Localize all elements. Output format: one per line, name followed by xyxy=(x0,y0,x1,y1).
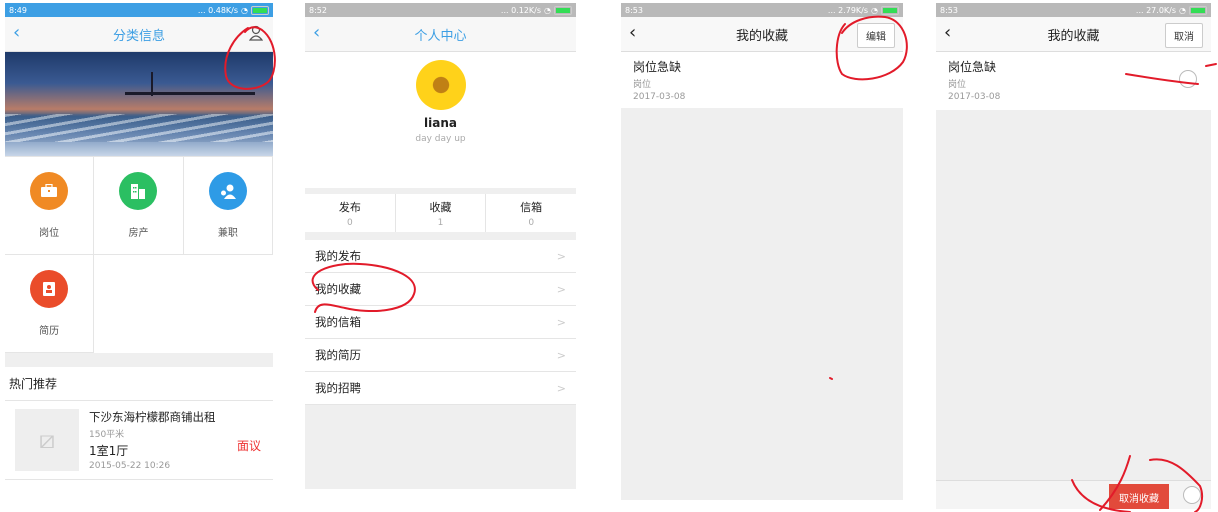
status-bar: 8:53 ... 2.79K/s ◔ xyxy=(621,3,903,17)
menu-item-my-inbox[interactable]: 我的信箱 > xyxy=(305,306,576,339)
nav-bar: ‹ 分类信息 xyxy=(5,17,273,52)
unfavorite-button[interactable]: 取消收藏 xyxy=(1109,484,1169,509)
favorite-item[interactable]: 岗位急缺 岗位 2017-03-08 xyxy=(621,52,903,108)
edit-button[interactable]: 编辑 xyxy=(857,23,895,48)
chevron-right-icon: > xyxy=(556,348,566,362)
menu-item-my-recruitment[interactable]: 我的招聘 > xyxy=(305,372,576,405)
category-grid: 岗位 房产 兼职 简历 xyxy=(5,156,273,353)
user-motto: day day up xyxy=(415,134,466,144)
listing-price: 面议 xyxy=(236,439,261,453)
status-bar: 8:52 ... 0.12K/s ◔ xyxy=(305,3,576,17)
cancel-button[interactable]: 取消 xyxy=(1165,23,1203,48)
menu-item-my-favorites[interactable]: 我的收藏 > xyxy=(305,273,576,306)
favorite-category: 岗位 xyxy=(948,80,967,90)
favorite-date: 2017-03-08 xyxy=(633,92,686,102)
category-label: 兼职 xyxy=(217,228,238,239)
status-bar: 8:49 ... 0.48K/s ◔ xyxy=(5,3,273,17)
battery-icon xyxy=(554,5,572,15)
status-bar: 8:53 ... 27.0K/s ◔ xyxy=(936,3,1211,17)
hot-section-title: 热门推荐 xyxy=(5,367,273,401)
back-icon[interactable]: ‹ xyxy=(944,24,951,42)
stat-favorites[interactable]: 收藏 1 xyxy=(396,194,487,232)
image-placeholder-icon: ⧄ xyxy=(15,409,79,471)
page-title: 分类信息 xyxy=(112,28,165,44)
stat-inbox[interactable]: 信箱 0 xyxy=(486,194,576,232)
stat-published[interactable]: 发布 0 xyxy=(305,194,396,232)
person-icon xyxy=(208,172,247,210)
favorite-category: 岗位 xyxy=(633,80,652,90)
status-time: 8:53 xyxy=(940,5,958,15)
category-label: 简历 xyxy=(39,326,60,337)
briefcase-icon xyxy=(30,172,69,210)
back-icon[interactable]: ‹ xyxy=(629,24,636,42)
category-resume[interactable]: 简历 xyxy=(5,255,95,353)
network-speed: ... 2.79K/s xyxy=(827,5,869,15)
back-icon[interactable]: ‹ xyxy=(313,24,320,42)
chevron-right-icon: > xyxy=(556,381,566,395)
status-time: 8:49 xyxy=(9,5,27,15)
phone-my-favorites: 8:53 ... 2.79K/s ◔ ‹ 我的收藏 编辑 岗位急缺 岗位 201… xyxy=(621,3,903,500)
menu-item-my-resume[interactable]: 我的简历 > xyxy=(305,339,576,372)
select-radio[interactable] xyxy=(1179,70,1197,88)
username: liana xyxy=(424,116,457,130)
phone-category-info: 8:49 ... 0.48K/s ◔ ‹ 分类信息 岗位 房产 兼职 简历 热门… xyxy=(5,3,273,507)
nav-bar: ‹ 我的收藏 取消 xyxy=(936,17,1211,52)
chevron-right-icon: > xyxy=(556,282,566,296)
chevron-right-icon: > xyxy=(556,315,566,329)
building-icon xyxy=(119,172,158,210)
back-icon[interactable]: ‹ xyxy=(13,24,20,42)
nav-bar: ‹ 我的收藏 编辑 xyxy=(621,17,903,52)
listing-title: 下沙东海柠檬郡商铺出租 xyxy=(89,410,216,424)
battery-icon xyxy=(1189,5,1207,15)
listing-date: 2015-05-22 10:26 xyxy=(89,461,171,471)
user-icon[interactable] xyxy=(248,25,264,45)
favorite-title: 岗位急缺 xyxy=(948,60,997,74)
wifi-icon: ◔ xyxy=(1179,5,1186,15)
phone-personal-center: 8:52 ... 0.12K/s ◔ ‹ 个人中心 liana day day … xyxy=(305,3,576,489)
wifi-icon: ◔ xyxy=(871,5,878,15)
menu-item-my-posts[interactable]: 我的发布 > xyxy=(305,240,576,273)
nav-bar: ‹ 个人中心 xyxy=(305,17,576,52)
network-speed: ... 0.12K/s xyxy=(500,5,542,15)
resume-icon xyxy=(30,270,69,308)
battery-icon xyxy=(251,5,269,15)
bottom-action-bar: 取消收藏 xyxy=(936,480,1211,509)
category-jobs[interactable]: 岗位 xyxy=(5,157,95,255)
page-title: 我的收藏 xyxy=(735,28,788,44)
menu-list: 我的发布 > 我的收藏 > 我的信箱 > 我的简历 > 我的招聘 > xyxy=(305,240,576,405)
banner-image[interactable] xyxy=(5,52,273,156)
stats-row: 发布 0 收藏 1 信箱 0 xyxy=(305,188,576,240)
profile-header: liana day day up xyxy=(305,52,576,188)
listing-item[interactable]: ⧄ 下沙东海柠檬郡商铺出租 150平米 1室1厅 2015-05-22 10:2… xyxy=(5,401,273,480)
favorite-date: 2017-03-08 xyxy=(948,92,1001,102)
select-all-radio[interactable] xyxy=(1183,486,1201,504)
category-label: 房产 xyxy=(128,228,149,239)
category-parttime[interactable]: 兼职 xyxy=(183,157,273,255)
page-title: 个人中心 xyxy=(414,28,467,44)
favorite-item[interactable]: 岗位急缺 岗位 2017-03-08 xyxy=(936,52,1211,110)
category-label: 岗位 xyxy=(39,228,60,239)
page-title: 我的收藏 xyxy=(1047,28,1100,44)
favorite-title: 岗位急缺 xyxy=(633,60,682,74)
category-property[interactable]: 房产 xyxy=(94,157,184,255)
battery-icon xyxy=(881,5,899,15)
status-time: 8:53 xyxy=(625,5,643,15)
phone-my-favorites-edit: 8:53 ... 27.0K/s ◔ ‹ 我的收藏 取消 岗位急缺 岗位 201… xyxy=(936,3,1211,509)
network-speed: ... 27.0K/s xyxy=(1135,5,1177,15)
chevron-right-icon: > xyxy=(556,249,566,263)
status-time: 8:52 xyxy=(309,5,327,15)
network-speed: ... 0.48K/s xyxy=(197,5,239,15)
avatar[interactable] xyxy=(415,60,466,110)
wifi-icon: ◔ xyxy=(241,5,248,15)
wifi-icon: ◔ xyxy=(544,5,551,15)
